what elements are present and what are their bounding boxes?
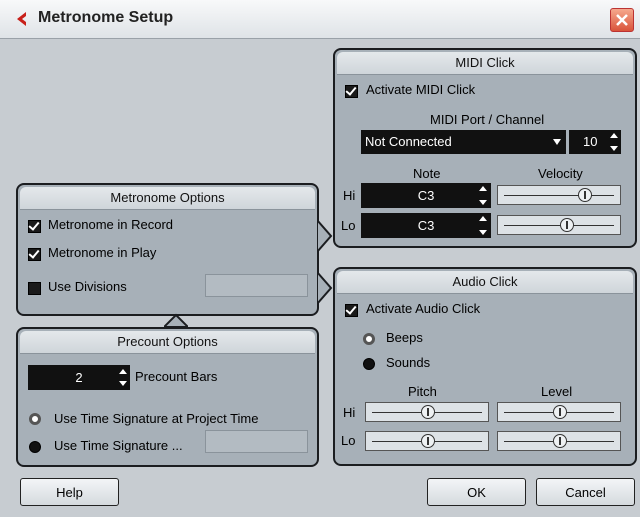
hi-level-slider[interactable] [497,402,621,422]
lo-pitch-slider[interactable] [365,431,489,451]
ok-button[interactable]: OK [427,478,526,506]
metronome-options-group: Metronome Options Metronome in Record Me… [16,183,319,316]
midi-lo-label: Lo [341,218,356,233]
audio-hi-label: Hi [343,405,356,420]
hi-note-field[interactable]: C3 [361,183,491,208]
midi-hi-label: Hi [343,188,356,203]
help-button[interactable]: Help [20,478,119,506]
hi-pitch-slider[interactable] [365,402,489,422]
use-divisions-checkbox[interactable] [28,282,41,295]
window-title: Metronome Setup [38,9,174,26]
title-bar: Metronome Setup [0,0,640,39]
time-signature-radio[interactable] [29,441,41,453]
midi-click-group: MIDI Click Activate MIDI Click MIDI Port… [333,48,637,248]
lo-note-spin-icon[interactable] [479,214,487,237]
metronome-in-play-checkbox[interactable] [28,248,41,261]
beeps-radio[interactable] [363,333,375,345]
metronome-options-header: Metronome Options [20,187,315,210]
pitch-label: Pitch [408,384,437,399]
lo-pitch-knob[interactable] [421,434,435,448]
midi-port-channel-label: MIDI Port / Channel [430,112,545,127]
divisions-field[interactable] [205,274,308,297]
hi-velocity-knob[interactable] [578,188,592,202]
connector-arrow-midi [317,220,333,252]
precount-options-header: Precount Options [20,331,315,354]
hi-note-value: C3 [417,188,435,203]
note-label: Note [413,166,441,181]
precount-bars-label: Precount Bars [135,369,218,384]
hi-level-knob[interactable] [553,405,567,419]
audio-click-group: Audio Click Activate Audio Click Beeps S… [333,267,637,466]
sounds-label: Sounds [386,355,431,370]
time-signature-label: Use Time Signature ... [54,438,183,453]
midi-port-select[interactable]: Not Connected [361,130,566,154]
precount-bars-spin-icon[interactable] [119,367,127,388]
sounds-radio[interactable] [363,358,375,370]
activate-audio-click-label: Activate Audio Click [366,301,481,316]
midi-channel-value: 10 [583,134,598,149]
velocity-label: Velocity [538,166,583,181]
use-divisions-label: Use Divisions [48,279,127,294]
lo-velocity-slider[interactable] [497,215,621,235]
chevron-down-icon [553,139,561,145]
midi-port-value: Not Connected [365,134,452,149]
metronome-in-play-label: Metronome in Play [48,245,157,260]
midi-channel-spin-icon[interactable] [610,131,618,153]
lo-note-field[interactable]: C3 [361,213,491,238]
beeps-label: Beeps [386,330,423,345]
cancel-button[interactable]: Cancel [536,478,635,506]
activate-audio-click-checkbox[interactable] [345,304,358,317]
close-icon [616,14,628,26]
metronome-in-record-label: Metronome in Record [48,217,173,232]
metronome-in-record-checkbox[interactable] [28,220,41,233]
project-time-label: Use Time Signature at Project Time [54,411,259,426]
hi-velocity-slider[interactable] [497,185,621,205]
time-signature-field[interactable] [205,430,308,453]
precount-bars-field[interactable]: 2 [28,365,130,390]
connector-arrow-precount [164,313,188,327]
lo-velocity-track [504,225,614,226]
precount-options-group: Precount Options 2 Precount Bars Use Tim… [16,327,319,467]
hi-velocity-track [504,195,614,196]
close-button[interactable] [610,8,634,32]
lo-velocity-knob[interactable] [560,218,574,232]
cubase-logo-icon [12,10,30,31]
lo-level-slider[interactable] [497,431,621,451]
midi-click-header: MIDI Click [337,52,633,75]
midi-channel-field[interactable]: 10 [569,130,621,154]
lo-level-knob[interactable] [553,434,567,448]
audio-lo-label: Lo [341,433,356,448]
precount-bars-value: 2 [75,370,83,385]
audio-click-header: Audio Click [337,271,633,294]
project-time-radio[interactable] [29,413,41,425]
hi-pitch-knob[interactable] [421,405,435,419]
activate-midi-click-checkbox[interactable] [345,85,358,98]
level-label: Level [541,384,573,399]
connector-arrow-audio [317,272,333,304]
hi-note-spin-icon[interactable] [479,184,487,207]
activate-midi-click-label: Activate MIDI Click [366,82,476,97]
lo-note-value: C3 [417,218,435,233]
dialog-body: Metronome Options Metronome in Record Me… [6,40,637,510]
metronome-setup-window: Metronome Setup Metronome Options Metron… [0,0,640,517]
